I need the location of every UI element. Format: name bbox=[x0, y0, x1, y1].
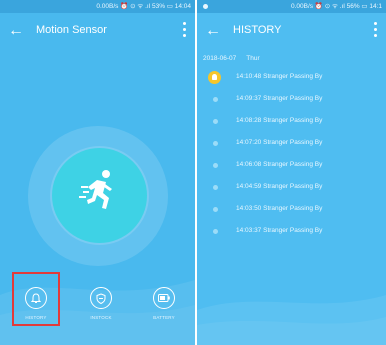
notification-dot-icon bbox=[203, 4, 208, 9]
history-screen: 0.00B/s ⏰ ⊙ ᯤ .ıl 56% ▭ 14:1 ← HISTORY 2… bbox=[197, 0, 386, 345]
entry-text: Stranger Passing By bbox=[263, 227, 323, 234]
back-arrow-icon[interactable]: ← bbox=[8, 21, 24, 41]
entry-time: 14:03:50 bbox=[236, 205, 262, 212]
more-menu-icon[interactable] bbox=[370, 19, 380, 43]
entry-text: Stranger Passing By bbox=[263, 161, 323, 168]
battery-label: BATTERY bbox=[153, 315, 175, 320]
entry-text: Stranger Passing By bbox=[263, 183, 323, 190]
app-bar: ← Motion Sensor bbox=[0, 13, 195, 51]
entry-time: 14:04:59 bbox=[236, 183, 262, 190]
page-title: HISTORY bbox=[233, 24, 282, 36]
more-menu-icon[interactable] bbox=[179, 19, 189, 43]
date-value: 2018-06-07 bbox=[203, 55, 237, 62]
status-text: 0.00B/s ⏰ ⊙ ᯤ .ıl 53% ▭ 14:04 bbox=[96, 3, 191, 10]
bullet-icon bbox=[213, 185, 218, 190]
shield-icon bbox=[90, 287, 112, 309]
bullet-icon bbox=[213, 141, 218, 146]
list-item[interactable]: 14:03:50 Stranger Passing By bbox=[197, 200, 386, 222]
status-text: 0.00B/s ⏰ ⊙ ᯤ .ıl 56% ▭ 14:1 bbox=[290, 3, 382, 10]
battery-tab[interactable]: BATTERY bbox=[139, 284, 189, 328]
motion-sensor-screen: 0.00B/s ⏰ ⊙ ᯤ .ıl 53% ▭ 14:04 ← Motion S… bbox=[0, 0, 195, 345]
entry-text: Stranger Passing By bbox=[263, 95, 323, 102]
entry-text: Stranger Passing By bbox=[263, 117, 323, 124]
bell-icon bbox=[208, 71, 221, 84]
bullet-icon bbox=[213, 229, 218, 234]
entry-time: 14:09:37 bbox=[236, 95, 262, 102]
entry-time: 14:07:20 bbox=[236, 139, 262, 146]
list-item[interactable]: 14:08:28 Stranger Passing By bbox=[197, 112, 386, 134]
app-bar: ← HISTORY bbox=[197, 13, 386, 51]
entry-text: Stranger Passing By bbox=[263, 73, 323, 80]
list-item[interactable]: 14:09:37 Stranger Passing By bbox=[197, 90, 386, 112]
bullet-icon bbox=[213, 163, 218, 168]
battery-icon bbox=[153, 287, 175, 309]
wave-background bbox=[197, 295, 386, 345]
entry-time: 14:03:37 bbox=[236, 227, 262, 234]
entry-time: 14:08:28 bbox=[236, 117, 262, 124]
bullet-icon bbox=[213, 119, 218, 124]
list-item[interactable]: 14:06:08 Stranger Passing By bbox=[197, 156, 386, 178]
running-person-icon bbox=[79, 170, 112, 209]
entry-text: Stranger Passing By bbox=[263, 205, 323, 212]
entry-text: Stranger Passing By bbox=[263, 139, 323, 146]
day-value: Thur bbox=[246, 55, 260, 62]
entry-time: 14:06:08 bbox=[236, 161, 262, 168]
status-bar: 0.00B/s ⏰ ⊙ ᯤ .ıl 56% ▭ 14:1 bbox=[197, 0, 386, 13]
back-arrow-icon[interactable]: ← bbox=[205, 21, 221, 41]
status-bar: 0.00B/s ⏰ ⊙ ᯤ .ıl 53% ▭ 14:04 bbox=[0, 0, 195, 13]
bullet-icon bbox=[213, 207, 218, 212]
instock-label: INSTOCK bbox=[90, 315, 112, 320]
list-item[interactable]: 14:04:59 Stranger Passing By bbox=[197, 178, 386, 200]
bullet-icon bbox=[213, 97, 218, 102]
list-item[interactable]: 14:07:20 Stranger Passing By bbox=[197, 134, 386, 156]
instock-tab[interactable]: INSTOCK bbox=[76, 284, 126, 328]
history-date: 2018-06-07 Thur bbox=[203, 55, 260, 62]
page-title: Motion Sensor bbox=[36, 24, 107, 36]
list-item[interactable]: 14:03:37 Stranger Passing By bbox=[197, 222, 386, 244]
highlight-box bbox=[12, 272, 60, 326]
entry-time: 14:10:48 bbox=[236, 73, 262, 80]
list-item[interactable]: 14:10:48 Stranger Passing By bbox=[197, 68, 386, 90]
